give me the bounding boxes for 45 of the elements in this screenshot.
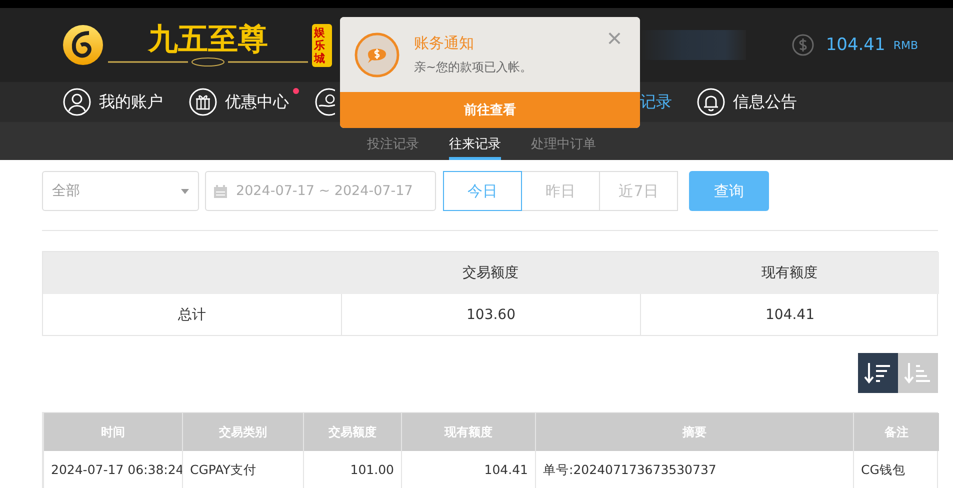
balance-amount: 104.41: [826, 35, 886, 55]
header-cell: 交易额度: [341, 252, 640, 294]
currency-label: RMB: [893, 38, 918, 52]
table-cell-text: 总计: [177, 306, 207, 324]
table-cell: 104.41: [640, 294, 939, 335]
flourish-icon: [108, 57, 308, 67]
range-button[interactable]: 今日: [443, 171, 522, 211]
sort-descending-button[interactable]: [858, 353, 898, 393]
date-range-field[interactable]: 2024-07-17 ~ 2024-07-17: [205, 171, 436, 211]
user-icon: [63, 88, 91, 116]
sort-descending-icon: [864, 361, 892, 385]
calendar-icon: [213, 184, 228, 198]
nav-item[interactable]: 记录: [640, 92, 672, 112]
range-button[interactable]: 昨日: [521, 171, 600, 211]
query-button[interactable]: 查询: [689, 171, 769, 211]
table-cell: 101.00: [303, 451, 401, 488]
dollar-icon: [792, 34, 814, 56]
coin-icon: [315, 88, 335, 116]
sub-tab[interactable]: 往来记录: [449, 131, 501, 160]
chat-coin-icon: [354, 32, 400, 78]
table-cell: CGPAY支付: [182, 451, 303, 488]
close-button[interactable]: ×: [606, 25, 622, 51]
sub-tab[interactable]: 处理中订单: [531, 131, 596, 160]
sub-tab[interactable]: 投注记录: [367, 131, 419, 160]
logo-text: 九五至尊: [148, 23, 268, 57]
caret-icon: [181, 188, 189, 194]
nav-item[interactable]: 信息公告: [697, 88, 797, 116]
logo-icon: [62, 24, 104, 66]
table-cell: 2024-07-17 06:38:24: [43, 451, 182, 488]
table-cell: 103.60: [341, 294, 640, 335]
table-cell: CG钱包: [853, 451, 939, 488]
header-cell: 现有额度: [640, 252, 939, 294]
gift-icon: [189, 88, 217, 116]
notification-title: 账务通知: [414, 34, 475, 52]
nav-item[interactable]: 优惠中心: [189, 88, 289, 116]
table-cell: 单号:202407173673530737: [535, 451, 853, 488]
type-dropdown[interactable]: 全部: [42, 171, 199, 211]
bell-icon: [697, 88, 725, 116]
range-button[interactable]: 近7日: [599, 171, 678, 211]
sort-ascending-icon: [904, 361, 932, 385]
view-button[interactable]: 前往查看: [340, 92, 640, 128]
table-cell: 104.41: [401, 451, 535, 488]
logo-badge: 娱乐城: [312, 24, 332, 66]
nav-item[interactable]: 我的账户: [63, 88, 163, 116]
notification-message: 亲~您的款项已入帐。: [414, 58, 532, 76]
